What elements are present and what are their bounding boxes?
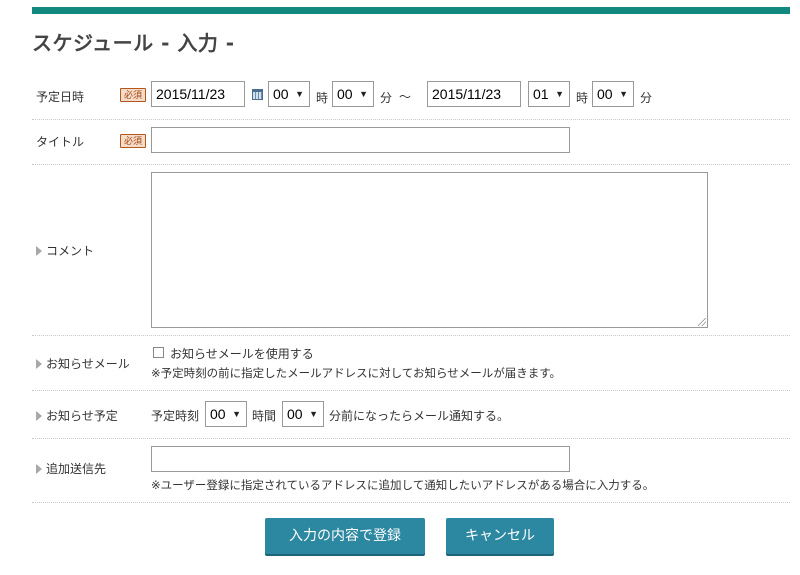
start-minute-value: 00 [337,86,353,102]
end-minute-select[interactable]: 00 ▼ [592,81,634,107]
cancel-button[interactable]: キャンセル [446,518,554,554]
notify-schedule-label: お知らせ予定 [36,407,118,424]
submit-button[interactable]: 入力の内容で登録 [265,518,425,554]
comment-textarea[interactable] [151,172,708,328]
chevron-down-icon: ▼ [359,89,368,99]
chevron-down-icon: ▼ [619,89,628,99]
end-hour-value: 01 [533,86,549,102]
comment-label-text: コメント [46,244,95,258]
calendar-icon[interactable] [252,89,263,100]
extra-recipients-label: 追加送信先 [36,460,106,477]
triangle-right-icon [36,359,42,369]
notify-mail-checkbox-label[interactable]: お知らせメールを使用する [170,345,314,362]
datetime-label: 予定日時 [36,90,85,104]
start-hour-select[interactable]: 00 ▼ [268,81,310,107]
required-badge: 必須 [120,134,146,148]
notify-mail-checkbox[interactable] [153,347,164,358]
extra-recipients-label-text: 追加送信先 [46,462,107,476]
title-input[interactable] [151,127,570,153]
notify-hour-select[interactable]: 00 ▼ [205,401,247,427]
start-date-input[interactable]: 2015/11/23 [151,81,245,107]
title-label: タイトル [36,135,85,149]
chevron-down-icon: ▼ [295,89,304,99]
extra-recipients-input[interactable] [151,446,570,472]
notify-schedule-row: お知らせ予定 予定時刻 00 ▼ 時間 00 ▼ 分前になったらメール通知する。 [32,391,790,439]
notify-hour-value: 00 [210,406,226,422]
notify-mail-note: ※予定時刻の前に指定したメールアドレスに対してお知らせメールが届きます。 [151,366,562,380]
notify-schedule-suffix: 分前になったらメール通知する。 [329,409,510,423]
end-minute-value: 00 [597,86,613,102]
notify-minute-value: 00 [287,406,303,422]
notify-schedule-label-text: お知らせ予定 [46,409,118,423]
header-accent-bar [32,7,790,14]
resize-grip-icon[interactable] [698,318,706,326]
comment-label: コメント [36,242,94,259]
triangle-right-icon [36,246,42,256]
extra-recipients-row: 追加送信先 ※ユーザー登録に指定されているアドレスに追加して通知したいアドレスが… [32,439,790,503]
notify-mail-label: お知らせメール [36,355,130,372]
comment-row: コメント [32,165,790,336]
notify-minute-select[interactable]: 00 ▼ [282,401,324,427]
end-date-input[interactable]: 2015/11/23 [427,81,521,107]
triangle-right-icon [36,464,42,474]
notify-mail-label-text: お知らせメール [46,357,130,371]
start-minute-select[interactable]: 00 ▼ [332,81,374,107]
notify-mail-row: お知らせメール お知らせメールを使用する ※予定時刻の前に指定したメールアドレス… [32,336,790,391]
minute-unit: 分 [640,91,653,105]
notify-schedule-prefix: 予定時刻 [151,409,200,423]
page-title: スケジュール - 入力 - [32,31,235,55]
extra-recipients-note: ※ユーザー登録に指定されているアドレスに追加して通知したいアドレスがある場合に入… [151,478,655,492]
hour-unit: 時 [316,91,329,105]
end-hour-select[interactable]: 01 ▼ [528,81,570,107]
notify-hour-unit: 時間 [252,409,277,423]
datetime-row: 予定日時 必須 2015/11/23 00 ▼ 時 00 ▼ 分 ～ 2015/11… [32,76,790,120]
hour-unit: 時 [576,91,589,105]
triangle-right-icon [36,411,42,421]
range-separator: ～ [399,90,412,104]
chevron-down-icon: ▼ [555,89,564,99]
required-badge: 必須 [120,88,146,102]
minute-unit: 分 [380,91,393,105]
chevron-down-icon: ▼ [309,409,318,419]
start-hour-value: 00 [273,86,289,102]
title-row: タイトル 必須 [32,120,790,165]
chevron-down-icon: ▼ [232,409,241,419]
